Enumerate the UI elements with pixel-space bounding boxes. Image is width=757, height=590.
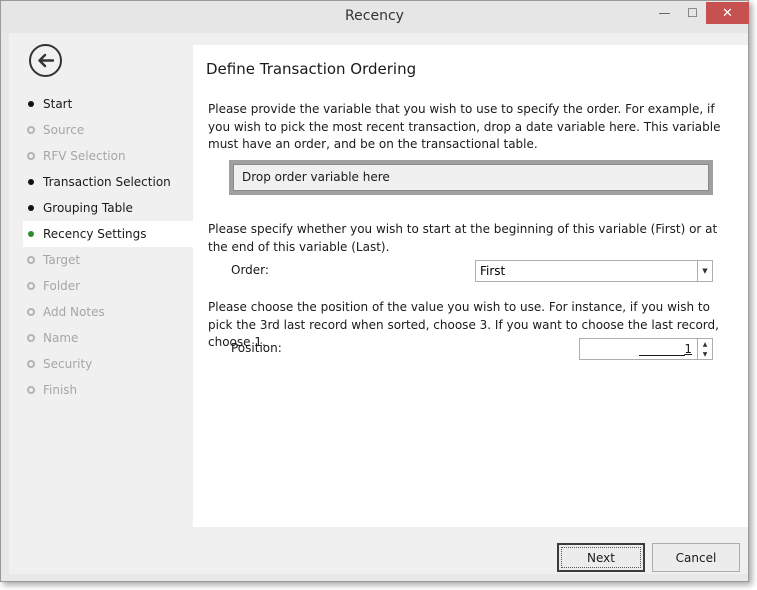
step-bullet-icon (28, 101, 34, 107)
sidebar-item-label: Name (43, 331, 79, 345)
sidebar-item-label: Recency Settings (43, 227, 147, 241)
page-title: Define Transaction Ordering (206, 60, 417, 78)
step-bullet-icon (28, 231, 34, 237)
next-button[interactable]: Next (557, 543, 645, 572)
intro-text: Please provide the variable that you wis… (208, 102, 721, 151)
sidebar-item-rfv-selection: RFV Selection (23, 143, 193, 169)
order-variable-drop-zone[interactable]: Drop order variable here (229, 160, 713, 195)
step-pending-icon (27, 308, 35, 316)
sidebar-item-label: Grouping Table (43, 201, 133, 215)
sidebar-item-security: Security (23, 351, 193, 377)
stepper-underline (639, 355, 685, 356)
step-pending-icon (27, 126, 35, 134)
wizard-sidebar: Start Source RFV Selection Transaction Sele… (9, 33, 193, 527)
stepper-buttons: ▲ ▼ (697, 339, 712, 359)
sidebar-item-source: Source (23, 117, 193, 143)
sidebar-item-label: Transaction Selection (43, 175, 171, 189)
sidebar-item-name: Name (23, 325, 193, 351)
wizard-steps: Start Source RFV Selection Transaction Sele… (23, 91, 193, 403)
sidebar-item-finish: Finish (23, 377, 193, 403)
sidebar-item-add-notes: Add Notes (23, 299, 193, 325)
step-pending-icon (27, 386, 35, 394)
order-label: Order: (231, 263, 269, 277)
back-arrow-icon (38, 53, 54, 68)
increment-icon[interactable]: ▲ (698, 339, 712, 349)
position-value[interactable]: 1 (684, 341, 692, 357)
sidebar-item-label: Finish (43, 383, 78, 397)
step-pending-icon (27, 256, 35, 264)
decrement-icon[interactable]: ▼ (698, 349, 712, 359)
sidebar-item-start[interactable]: Start (23, 91, 193, 117)
back-button[interactable] (29, 44, 62, 77)
sidebar-item-transaction-selection[interactable]: Transaction Selection (23, 169, 193, 195)
cancel-button[interactable]: Cancel (652, 543, 740, 572)
minimize-button[interactable]: — (651, 2, 678, 24)
wizard-body: Start Source RFV Selection Transaction Sele… (9, 33, 748, 574)
position-stepper[interactable]: 1 ▲ ▼ (579, 338, 713, 360)
sidebar-item-folder: Folder (23, 273, 193, 299)
step-pending-icon (27, 334, 35, 342)
step-bullet-icon (28, 205, 34, 211)
sidebar-item-label: Add Notes (43, 305, 105, 319)
close-button[interactable]: ✕ (706, 2, 749, 24)
sidebar-item-label: Security (43, 357, 93, 371)
maximize-button[interactable]: ☐ (679, 2, 706, 24)
wizard-window: Recency — ☐ ✕ Start Source RFV Selection Tr… (0, 0, 749, 582)
sidebar-item-label: Start (43, 97, 73, 111)
step-content: Define Transaction Ordering Please provi… (193, 45, 748, 527)
drop-zone-label: Drop order variable here (233, 164, 709, 191)
sidebar-item-label: Target (43, 253, 81, 267)
sidebar-item-label: Source (43, 123, 85, 137)
sidebar-item-target: Target (23, 247, 193, 273)
order-description: Please specify whether you wish to start… (208, 222, 718, 254)
sidebar-item-label: Folder (43, 279, 81, 293)
position-label: Position: (231, 341, 282, 355)
window-title: Recency (345, 8, 404, 24)
title-bar[interactable]: Recency — ☐ ✕ (1, 1, 749, 33)
sidebar-item-label: RFV Selection (43, 149, 126, 163)
chevron-down-icon[interactable]: ▼ (697, 261, 712, 281)
sidebar-item-grouping-table[interactable]: Grouping Table (23, 195, 193, 221)
sidebar-item-recency-settings[interactable]: Recency Settings (23, 221, 193, 247)
step-pending-icon (27, 152, 35, 160)
step-pending-icon (27, 360, 35, 368)
order-select-value: First (480, 264, 506, 278)
order-select[interactable]: First ▼ (475, 260, 713, 282)
step-bullet-icon (28, 179, 34, 185)
step-pending-icon (27, 282, 35, 290)
